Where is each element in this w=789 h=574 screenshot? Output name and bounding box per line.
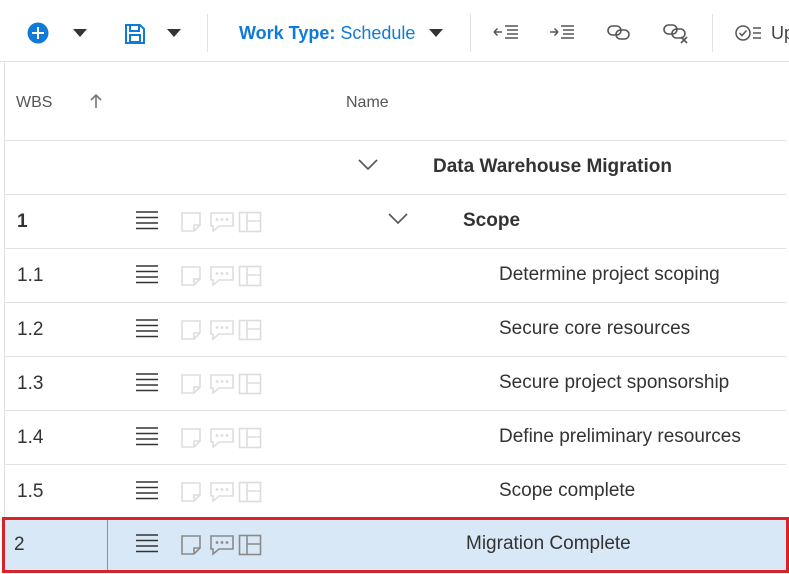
- wbs-cell[interactable]: 1.3: [17, 373, 43, 395]
- wbs-cell[interactable]: 2: [14, 534, 25, 556]
- update-label[interactable]: Up: [771, 23, 789, 44]
- indent-icon: [550, 25, 574, 39]
- outdent-icon: [493, 25, 518, 39]
- task-name[interactable]: Secure project sponsorship: [499, 372, 729, 394]
- row-menu-icon[interactable]: [136, 210, 158, 230]
- caret-down-icon: [429, 29, 444, 37]
- column-header-wbs[interactable]: WBS: [16, 94, 52, 112]
- wbs-cell-active[interactable]: 2: [5, 520, 108, 570]
- add-dropdown-button[interactable]: [70, 25, 90, 41]
- link-button[interactable]: [605, 21, 633, 43]
- wbs-cell[interactable]: 1.1: [17, 265, 43, 287]
- outdent-button[interactable]: [492, 22, 520, 42]
- task-name[interactable]: Scope complete: [499, 480, 635, 502]
- board-icon[interactable]: [238, 373, 262, 395]
- update-button[interactable]: [733, 22, 763, 44]
- comments-icon[interactable]: [209, 319, 235, 341]
- row-menu-icon[interactable]: [136, 264, 158, 284]
- unlink-button[interactable]: [662, 21, 690, 45]
- board-icon[interactable]: [238, 319, 262, 341]
- board-icon[interactable]: [238, 211, 262, 233]
- wbs-cell[interactable]: 1.5: [17, 481, 43, 503]
- comments-icon[interactable]: [209, 265, 235, 287]
- notes-icon[interactable]: [180, 373, 202, 395]
- row-menu-icon[interactable]: [136, 480, 158, 500]
- toolbar-divider: [712, 14, 713, 52]
- comments-icon[interactable]: [209, 534, 235, 556]
- board-icon[interactable]: [238, 427, 262, 449]
- task-name[interactable]: Migration Complete: [466, 533, 631, 555]
- row-menu-icon[interactable]: [136, 372, 158, 392]
- task-name[interactable]: Determine project scoping: [499, 264, 720, 286]
- task-name[interactable]: Define preliminary resources: [499, 426, 741, 448]
- wbs-cell[interactable]: 1.4: [17, 427, 43, 449]
- indent-button[interactable]: [548, 22, 576, 42]
- checklist-icon: [735, 25, 761, 41]
- save-dropdown-button[interactable]: [164, 25, 184, 41]
- add-task-button[interactable]: [26, 21, 50, 45]
- link-icon: [607, 25, 630, 40]
- row-menu-icon[interactable]: [136, 426, 158, 446]
- notes-icon[interactable]: [180, 319, 202, 341]
- comments-icon[interactable]: [209, 373, 235, 395]
- table-row[interactable]: 1 Scope: [5, 195, 786, 249]
- save-icon: [125, 24, 145, 44]
- chevron-down-icon[interactable]: [388, 213, 408, 225]
- notes-icon[interactable]: [180, 211, 202, 233]
- chevron-down-icon[interactable]: [358, 159, 378, 171]
- comments-icon[interactable]: [209, 427, 235, 449]
- sort-ascending-icon[interactable]: [89, 93, 103, 109]
- toolbar: Work Type: Schedule U: [0, 0, 789, 62]
- work-type-label: Work Type:: [239, 22, 336, 43]
- row-menu-icon[interactable]: [136, 533, 158, 553]
- notes-icon[interactable]: [180, 427, 202, 449]
- grid-header: WBS Name: [5, 62, 786, 141]
- work-type-dropdown[interactable]: Work Type: Schedule: [239, 21, 444, 45]
- table-row-selected[interactable]: 2 Migration Complete: [2, 517, 789, 573]
- board-icon[interactable]: [238, 265, 262, 287]
- wbs-cell[interactable]: 1: [17, 211, 28, 233]
- notes-icon[interactable]: [180, 481, 202, 503]
- notes-icon[interactable]: [180, 534, 202, 556]
- caret-down-icon: [167, 29, 181, 37]
- comments-icon[interactable]: [209, 211, 235, 233]
- task-name[interactable]: Secure core resources: [499, 318, 690, 340]
- work-type-value: Schedule: [340, 22, 416, 43]
- board-icon[interactable]: [238, 534, 262, 556]
- task-name[interactable]: Scope: [463, 210, 520, 232]
- caret-down-icon: [73, 29, 87, 37]
- row-menu-icon[interactable]: [136, 318, 158, 338]
- table-row[interactable]: Data Warehouse Migration: [5, 141, 786, 195]
- toolbar-divider: [470, 14, 471, 52]
- save-button[interactable]: [123, 22, 147, 46]
- table-row[interactable]: 1.3 Secure project sponsorship: [5, 357, 786, 411]
- column-header-name[interactable]: Name: [346, 94, 389, 112]
- task-name[interactable]: Data Warehouse Migration: [433, 156, 672, 178]
- comments-icon[interactable]: [209, 481, 235, 503]
- table-row[interactable]: 1.2 Secure core resources: [5, 303, 786, 357]
- table-row[interactable]: 1.4 Define preliminary resources: [5, 411, 786, 465]
- unlink-icon: [663, 24, 688, 44]
- add-circle-icon: [27, 22, 49, 44]
- table-row[interactable]: 1.5 Scope complete: [5, 465, 786, 519]
- toolbar-divider: [207, 14, 208, 52]
- task-grid: WBS Name Data Warehouse Migration 1 Scop…: [2, 62, 789, 574]
- notes-icon[interactable]: [180, 265, 202, 287]
- table-row[interactable]: 1.1 Determine project scoping: [5, 249, 786, 303]
- wbs-cell[interactable]: 1.2: [17, 319, 43, 341]
- board-icon[interactable]: [238, 481, 262, 503]
